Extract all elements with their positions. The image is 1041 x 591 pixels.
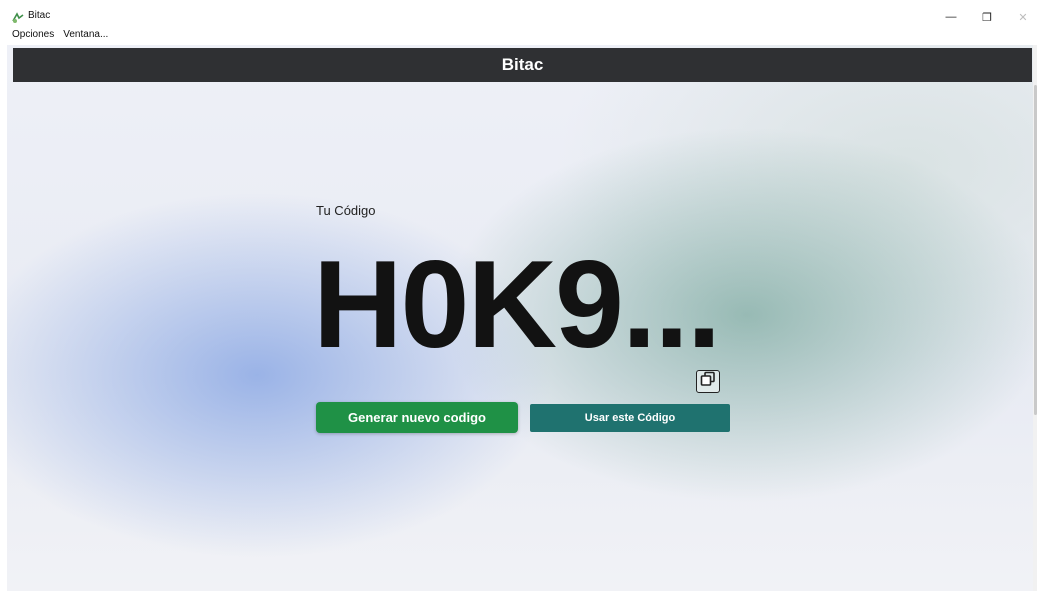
main-content: Bitac Tu Código H0K9... Generar nuevo co… <box>7 45 1037 591</box>
window-title: Bitac <box>28 10 51 21</box>
menu-item-opciones[interactable]: Opciones <box>12 29 54 40</box>
bitac-app-icon <box>12 11 24 23</box>
menu-bar: Opciones Ventana... <box>0 27 1041 41</box>
close-button[interactable]: ✕ <box>1005 8 1041 26</box>
minimize-button[interactable]: — <box>933 8 969 26</box>
generate-new-code-button[interactable]: Generar nuevo codigo <box>316 402 518 433</box>
header-title: Bitac <box>501 55 544 74</box>
scrollbar-thumb[interactable] <box>1034 85 1037 415</box>
app-header: Bitac <box>13 48 1032 82</box>
scrollbar[interactable] <box>1033 45 1037 591</box>
use-this-code-button[interactable]: Usar este Código <box>530 404 730 432</box>
code-label: Tu Código <box>316 203 376 218</box>
copy-icon <box>700 371 716 392</box>
window-controls: — ❐ ✕ <box>933 8 1041 26</box>
title-bar: Bitac — ❐ ✕ <box>0 8 1041 26</box>
copy-code-button[interactable] <box>696 370 720 393</box>
app-window: Bitac — ❐ ✕ Opciones Ventana... Bitac Tu… <box>0 0 1041 591</box>
restore-button[interactable]: ❐ <box>969 8 1005 26</box>
menu-item-ventana[interactable]: Ventana... <box>63 29 108 40</box>
code-value: H0K9... <box>313 236 721 374</box>
